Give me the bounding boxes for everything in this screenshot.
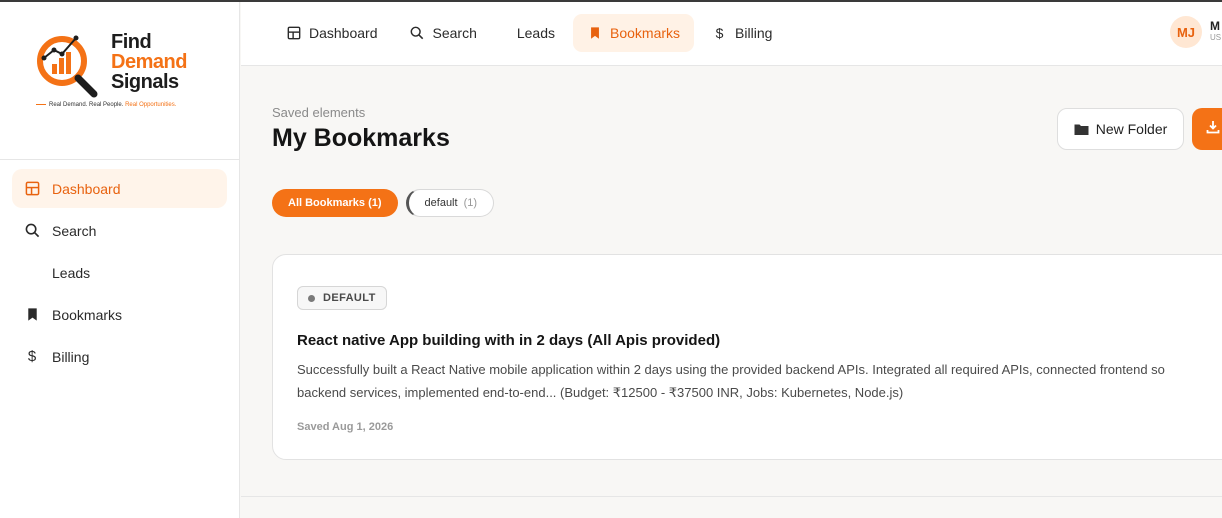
sidebar-item-label: Dashboard [52,180,121,197]
brand-line-signals: Signals [111,71,179,93]
brand-logo[interactable]: Find Demand Signals Real Demand. Real Pe… [0,2,239,160]
new-folder-label: New Folder [1095,121,1168,137]
sidebar-item-dashboard[interactable]: Dashboard [12,169,227,208]
sidebar-item-label: Bookmarks [52,306,123,323]
user-role: US [1210,33,1222,42]
brand-line-find: Find [111,31,152,53]
tab-label: Billing [735,25,773,41]
sidebar-item-search[interactable]: Search [12,211,227,250]
bookmark-icon [587,26,602,41]
folder-icon [1074,123,1089,136]
download-button[interactable] [1192,108,1222,150]
dollar-icon: $ [715,25,724,41]
sidebar-item-label: Billing [52,348,90,365]
tagline-dash [36,103,46,105]
brand-line-demand: Demand [111,51,187,73]
tab-label: Dashboard [309,25,378,41]
sidebar: Find Demand Signals Real Demand. Real Pe… [0,2,240,518]
search-icon [24,223,40,239]
user-name: M [1210,19,1220,33]
user-meta: M US [1210,20,1221,44]
brand-tagline: Real Demand. Real People. Real Opportuni… [36,102,176,108]
tab-leads[interactable]: Leads [495,14,569,52]
grid-icon [286,26,301,41]
sidebar-item-leads[interactable]: Leads [12,253,227,292]
chip-label: default [424,197,458,209]
sidebar-item-label: Leads [52,264,91,281]
user-menu[interactable]: MJ M US [1170,16,1221,48]
sidebar-item-bookmarks[interactable]: Bookmarks [12,295,227,334]
bookmark-saved-date: Saved Aug 1, 2026 [297,421,394,433]
tab-label: Leads [516,25,556,41]
chip-count: (1) [463,197,478,209]
brand-name: Find Demand Signals [111,32,187,92]
badge-label: DEFAULT [323,292,376,304]
chip-all-bookmarks[interactable]: All Bookmarks (1) [272,189,398,217]
sidebar-item-billing[interactable]: $ Billing [12,337,227,376]
top-bar: Dashboard Search Leads Bookmarks $ Billi… [241,2,1222,66]
tagline-text: Real Demand. Real People. [49,102,124,108]
top-nav: Dashboard Search Leads Bookmarks $ Billi… [272,14,786,52]
page-kicker: Saved elements [272,105,366,120]
badge-dot [308,294,315,302]
tab-dashboard[interactable]: Dashboard [272,14,392,52]
bookmark-description-line: Successfully built a React Native mobile… [297,362,1165,377]
leads-icon-placeholder [24,265,40,281]
tab-bookmarks[interactable]: Bookmarks [573,14,695,52]
tab-search[interactable]: Search [396,14,491,52]
magnifier-chart-logo-icon [37,35,98,98]
main-content: Saved elements My Bookmarks New Folder A… [241,66,1222,518]
chip-label: All Bookmarks (1) [288,197,382,209]
tagline-highlight: Real Opportunities. [125,102,177,108]
folder-filter-chips: All Bookmarks (1) default (1) [272,189,495,217]
search-icon [410,26,425,41]
bookmark-description-line: backend services, implemented end-to-end… [297,385,904,400]
tab-label: Search [432,25,477,41]
grid-icon [24,181,40,197]
avatar[interactable]: MJ [1170,16,1202,48]
dollar-icon: $ [27,348,37,365]
bookmark-description: Successfully built a React Native mobile… [297,358,1222,404]
sidebar-item-label: Search [52,222,97,239]
bookmark-icon [24,307,40,323]
tab-label: Bookmarks [610,25,681,41]
chip-default-folder[interactable]: default (1) [405,189,495,217]
bookmark-card[interactable]: DEFAULT React native App building with i… [272,254,1222,460]
new-folder-button[interactable]: New Folder [1057,108,1184,150]
bookmark-title[interactable]: React native App building with in 2 days… [297,332,720,349]
folder-badge: DEFAULT [297,286,387,310]
page-title: My Bookmarks [272,124,450,152]
tab-billing[interactable]: $ Billing [698,14,786,52]
section-divider [241,496,1222,497]
download-icon [1206,120,1220,139]
sidebar-nav: Dashboard Search Leads Bookmarks $ Billi… [0,160,239,376]
